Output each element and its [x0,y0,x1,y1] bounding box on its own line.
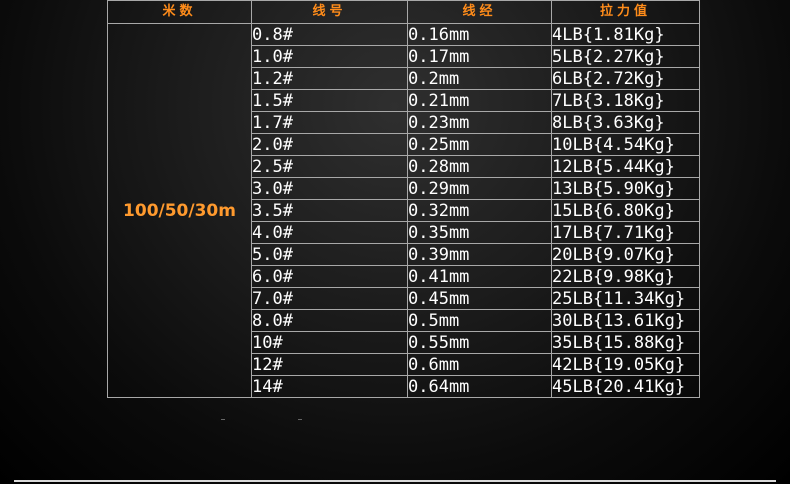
tension-cell: 13LB{5.90Kg} [551,177,700,200]
tension-cell: 4LB{1.81Kg} [551,23,700,46]
header-length: 米数 [107,0,252,24]
header-row: 米数 线号 线经 拉力值 [107,0,700,24]
line-number-cell: 0.8# [251,23,408,46]
line-number-cell: 1.2# [251,67,408,90]
diameter-cell: 0.21mm [407,89,552,112]
diameter-cell: 0.23mm [407,111,552,134]
fishing-line-spec-table: 米数 线号 线经 拉力值 100/50/30m 0.8# 0.16mm 4LB{1.8… [107,0,700,398]
tension-cell: 10LB{4.54Kg} [551,133,700,156]
spec-sheet: 米数 线号 线经 拉力值 100/50/30m 0.8# 0.16mm 4LB{1.8… [0,0,790,484]
tension-cell: 30LB{13.61Kg} [551,309,700,332]
decorative-tick [221,419,225,420]
diameter-cell: 0.39mm [407,243,552,266]
bottom-divider [14,480,776,482]
line-number-cell: 2.5# [251,155,408,178]
length-value: 100/50/30m [107,23,252,398]
tension-cell: 45LB{20.41Kg} [551,375,700,398]
line-number-cell: 2.0# [251,133,408,156]
tension-cell: 35LB{15.88Kg} [551,331,700,354]
line-number-cell: 10# [251,331,408,354]
diameter-cell: 0.41mm [407,265,552,288]
line-number-cell: 3.5# [251,199,408,222]
table-body: 100/50/30m 0.8# 0.16mm 4LB{1.81Kg} 1.0# 0.17m… [107,23,700,398]
diameter-cell: 0.5mm [407,309,552,332]
line-number-cell: 12# [251,353,408,376]
diameter-cell: 0.6mm [407,353,552,376]
tension-cell: 6LB{2.72Kg} [551,67,700,90]
tension-cell: 12LB{5.44Kg} [551,155,700,178]
line-number-cell: 1.0# [251,45,408,68]
diameter-cell: 0.28mm [407,155,552,178]
line-number-cell: 14# [251,375,408,398]
tension-cell: 25LB{11.34Kg} [551,287,700,310]
tension-cell: 8LB{3.63Kg} [551,111,700,134]
decorative-tick [298,419,302,420]
line-number-cell: 8.0# [251,309,408,332]
diameter-cell: 0.25mm [407,133,552,156]
tension-cell: 17LB{7.71Kg} [551,221,700,244]
tension-cell: 20LB{9.07Kg} [551,243,700,266]
tension-cell: 42LB{19.05Kg} [551,353,700,376]
tension-cell: 22LB{9.98Kg} [551,265,700,288]
diameter-cell: 0.55mm [407,331,552,354]
line-number-cell: 6.0# [251,265,408,288]
line-number-cell: 5.0# [251,243,408,266]
header-line-number: 线号 [251,0,408,24]
diameter-cell: 0.64mm [407,375,552,398]
tension-cell: 7LB{3.18Kg} [551,89,700,112]
line-number-cell: 4.0# [251,221,408,244]
table-row: 100/50/30m 0.8# 0.16mm 4LB{1.81Kg} [107,23,700,398]
line-number-cell: 1.5# [251,89,408,112]
header-tension: 拉力值 [551,0,700,24]
tension-cell: 5LB{2.27Kg} [551,45,700,68]
diameter-cell: 0.45mm [407,287,552,310]
diameter-cell: 0.35mm [407,221,552,244]
line-number-cell: 1.7# [251,111,408,134]
diameter-cell: 0.17mm [407,45,552,68]
diameter-cell: 0.16mm [407,23,552,46]
line-number-cell: 3.0# [251,177,408,200]
diameter-cell: 0.29mm [407,177,552,200]
diameter-cell: 0.32mm [407,199,552,222]
tension-cell: 15LB{6.80Kg} [551,199,700,222]
header-diameter: 线经 [407,0,552,24]
line-number-cell: 7.0# [251,287,408,310]
diameter-cell: 0.2mm [407,67,552,90]
